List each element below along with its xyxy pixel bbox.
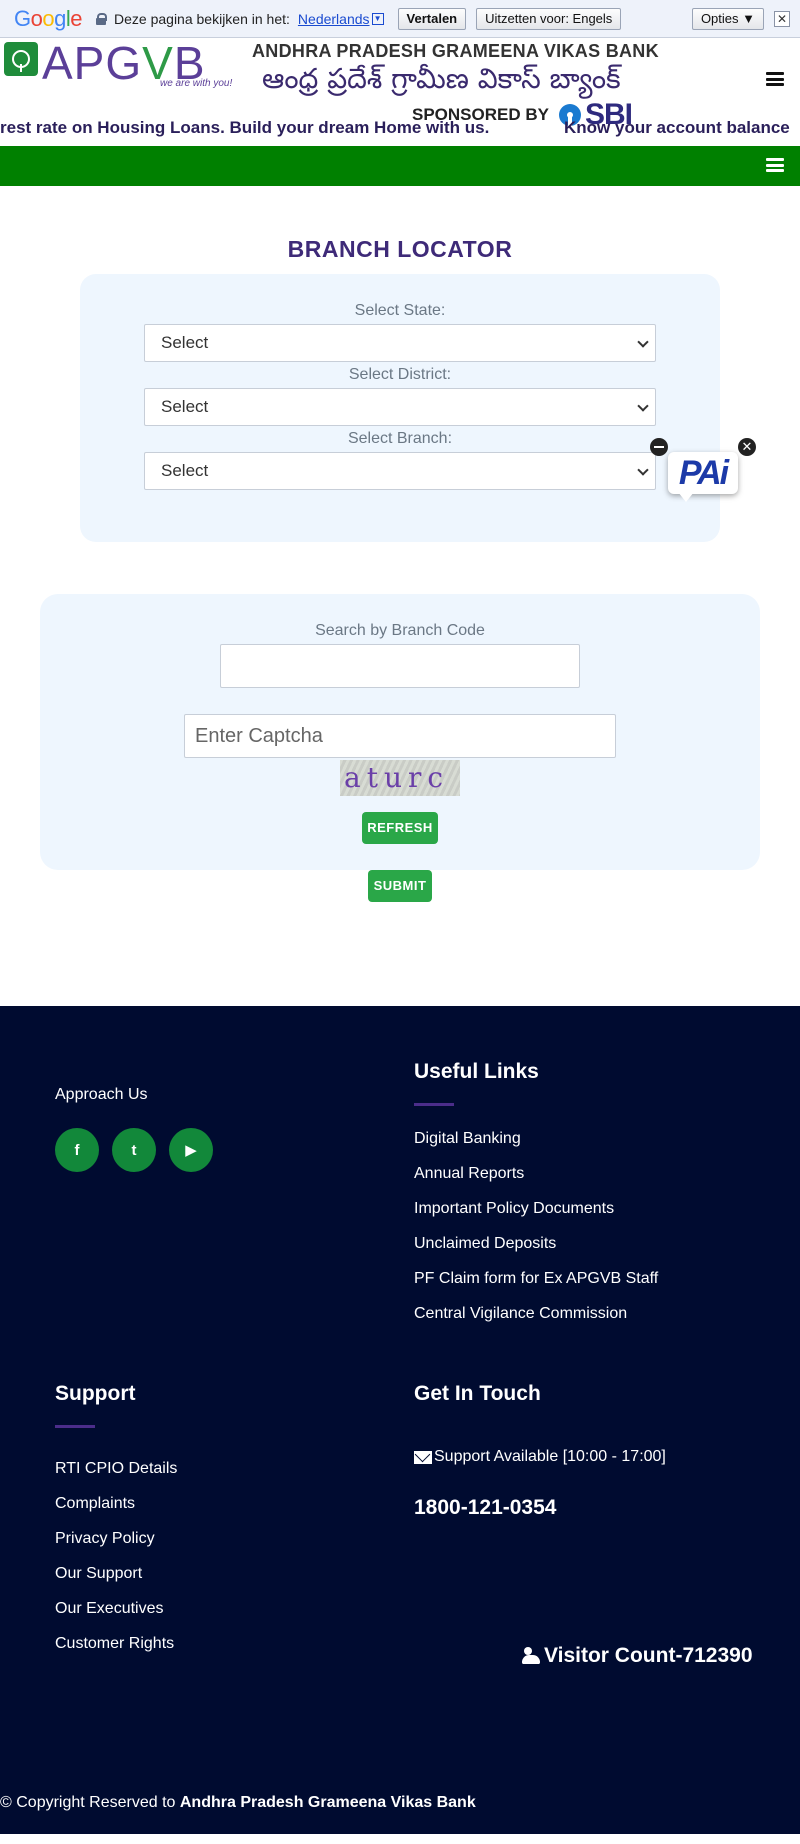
disable-translate-button[interactable]: Uitzetten voor: Engels [476,7,622,30]
close-icon[interactable]: ✕ [774,11,790,27]
branch-select-card: Select State: Select Select District: Se… [80,274,720,542]
visitor-counter: Visitor Count-712390 [522,1644,753,1668]
nav-menu-icon[interactable] [766,158,784,172]
footer-link[interactable]: PF Claim form for Ex APGVB Staff [414,1270,658,1288]
contact-heading: Get In Touch [414,1382,541,1405]
translate-prompt: Deze pagina bekijken in het: [114,10,290,27]
chevron-down-icon [637,464,649,476]
footer-link[interactable]: Our Support [55,1565,142,1583]
bank-name-english: ANDHRA PRADESH GRAMEENA VIKAS BANK [252,41,659,61]
copyright: © Copyright Reserved to Andhra Pradesh G… [0,1794,476,1812]
nav-bar [0,146,800,186]
approach-us-link[interactable]: Approach Us [55,1086,148,1104]
captcha-image: aturc [340,760,460,796]
branch-select-value: Select [161,461,209,480]
ticker-item[interactable]: rest rate on Housing Loans. Build your d… [0,118,489,138]
chevron-down-icon [637,400,649,412]
chevron-down-icon [637,336,649,348]
page-title: BRANCH LOCATOR [287,236,513,262]
district-select-value: Select [161,397,209,416]
pai-logo[interactable]: PAi [668,452,738,494]
footer-link[interactable]: Complaints [55,1495,135,1513]
submit-button[interactable]: SUBMIT [368,870,432,902]
menu-icon[interactable] [766,72,784,86]
language-select[interactable]: Nederlands [298,11,370,27]
footer-link[interactable]: RTI CPIO Details [55,1460,177,1478]
site-header: APGVB we are with you! ANDHRA PRADESH GR… [0,37,800,142]
chat-bubble-tail [678,492,694,502]
district-label: Select District: [348,366,452,383]
heading-underline [414,1103,454,1106]
news-ticker: rest rate on Housing Loans. Build your d… [0,118,800,142]
users-icon [522,1647,542,1665]
footer-link[interactable]: Annual Reports [414,1165,524,1183]
footer-link[interactable]: Digital Banking [414,1130,521,1148]
twitter-icon[interactable]: t [112,1128,156,1172]
branch-code-input[interactable] [220,644,580,688]
footer-link[interactable]: Central Vigilance Commission [414,1305,627,1323]
captcha-input[interactable]: Enter Captcha [184,714,616,758]
copyright-bank-link[interactable]: Andhra Pradesh Grameena Vikas Bank [180,1794,476,1811]
support-heading: Support [55,1382,136,1405]
site-footer: Approach Us f t ▶ Useful Links Digital B… [0,1006,800,1834]
visitor-count-text: Visitor Count-712390 [544,1644,753,1667]
lock-icon [96,12,108,25]
state-select[interactable]: Select [144,324,656,362]
chevron-down-icon[interactable]: ▼ [371,12,384,25]
phone-number[interactable]: 1800-121-0354 [414,1496,556,1520]
footer-link[interactable]: Unclaimed Deposits [414,1235,556,1253]
ticker-item[interactable]: Know your account balance [564,118,790,138]
branch-code-label: Search by Branch Code [315,622,485,639]
useful-links-heading: Useful Links [414,1060,539,1083]
district-select[interactable]: Select [144,388,656,426]
mail-icon [414,1450,432,1464]
state-select-value: Select [161,333,209,352]
chat-widget[interactable]: PAi [664,446,742,506]
state-label: Select State: [354,302,446,319]
support-hours-text: Support Available [10:00 - 17:00] [434,1448,666,1465]
support-hours: Support Available [10:00 - 17:00] [414,1448,666,1466]
options-button[interactable]: Opties ▼ [691,8,764,30]
refresh-button[interactable]: REFRESH [362,812,438,844]
footer-link[interactable]: Important Policy Documents [414,1200,614,1218]
footer-link[interactable]: Customer Rights [55,1635,174,1653]
bank-name-telugu: ఆంధ్ర ప్రదేశ్ గ్రామీణ వికాస్ బ్యాంక్ [262,62,621,95]
translate-button[interactable]: Vertalen [397,7,467,30]
translate-bar: Google Deze pagina bekijken in het: Nede… [0,0,800,38]
branch-label: Select Branch: [347,430,453,447]
google-logo: Google [14,5,83,31]
brand-tagline: we are with you! [160,78,233,89]
heading-underline [55,1425,95,1428]
copyright-prefix: © Copyright Reserved to [0,1794,180,1811]
facebook-icon[interactable]: f [55,1128,99,1172]
branch-code-card: Search by Branch Code Enter Captcha atur… [40,594,760,870]
close-icon[interactable]: ✕ [738,438,756,456]
branch-select[interactable]: Select [144,452,656,490]
footer-link[interactable]: Our Executives [55,1600,163,1618]
youtube-icon[interactable]: ▶ [169,1128,213,1172]
footer-link[interactable]: Privacy Policy [55,1530,155,1548]
tree-icon[interactable] [4,42,38,76]
